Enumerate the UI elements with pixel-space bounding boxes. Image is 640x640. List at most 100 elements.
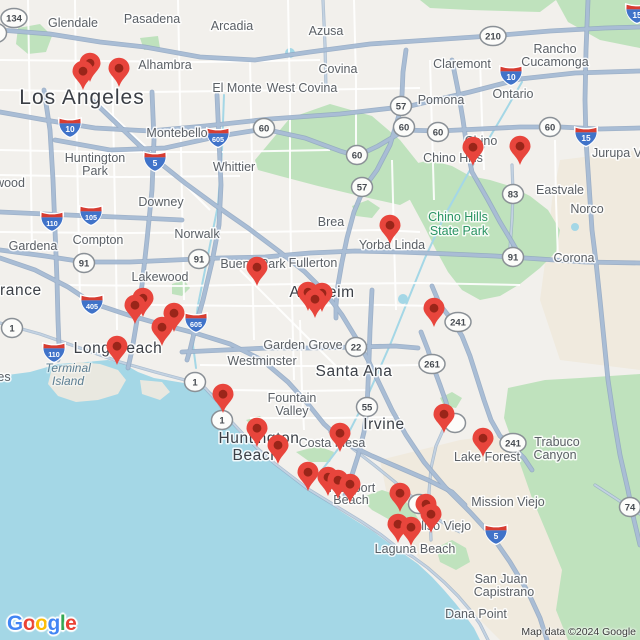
state-route-shield: 1 bbox=[183, 371, 207, 393]
city-label: Capistrano bbox=[474, 585, 534, 599]
city-label: Glendale bbox=[48, 16, 98, 30]
svg-text:22: 22 bbox=[351, 342, 362, 353]
svg-text:134: 134 bbox=[6, 13, 23, 24]
city-label: Los Angeles bbox=[19, 86, 144, 109]
city-label: Park bbox=[82, 164, 108, 178]
city-label: Jurupa Va bbox=[592, 146, 640, 160]
state-route-shield: 60 bbox=[252, 117, 276, 139]
city-label: Compton bbox=[73, 233, 124, 247]
city-label: Lakewood bbox=[132, 270, 189, 284]
city-label: Covina bbox=[319, 62, 358, 76]
svg-text:10: 10 bbox=[506, 72, 516, 82]
svg-text:83: 83 bbox=[508, 189, 519, 200]
google-logo-letter: o bbox=[35, 612, 48, 635]
svg-text:241: 241 bbox=[450, 317, 467, 328]
city-label: Cucamonga bbox=[521, 55, 588, 69]
svg-text:1: 1 bbox=[219, 415, 225, 426]
state-route-shield: 60 bbox=[426, 121, 450, 143]
svg-text:55: 55 bbox=[362, 402, 373, 413]
water-label: Island bbox=[52, 374, 84, 388]
city-label: es bbox=[0, 370, 11, 384]
svg-text:210: 210 bbox=[485, 31, 501, 42]
svg-text:605: 605 bbox=[212, 135, 224, 144]
google-logo-letter: g bbox=[47, 612, 61, 635]
state-route-shield: 241 bbox=[444, 311, 472, 333]
state-route-shield: 60 bbox=[345, 144, 369, 166]
city-label: Azusa bbox=[309, 24, 344, 38]
city-label: Rancho bbox=[533, 42, 576, 56]
park-label: State Park bbox=[430, 224, 489, 238]
svg-text:10: 10 bbox=[65, 124, 75, 134]
city-label: Montebello bbox=[146, 126, 207, 140]
svg-text:57: 57 bbox=[396, 101, 407, 112]
svg-text:605: 605 bbox=[190, 320, 202, 329]
state-route-shield: 134 bbox=[0, 7, 28, 29]
svg-text:261: 261 bbox=[424, 359, 441, 370]
map-canvas[interactable]: 1342210575760606060609191918322552412412… bbox=[0, 0, 640, 640]
city-label: Irvine bbox=[363, 416, 405, 433]
svg-text:110: 110 bbox=[48, 350, 60, 359]
svg-text:74: 74 bbox=[625, 502, 636, 513]
state-route-shield: 22 bbox=[344, 336, 368, 358]
svg-text:91: 91 bbox=[194, 254, 205, 265]
city-label: Eastvale bbox=[536, 183, 584, 197]
city-label: Huntington bbox=[65, 151, 126, 165]
city-label: Arcadia bbox=[211, 19, 253, 33]
park-label: Chino Hills bbox=[428, 210, 488, 224]
city-label: Corona bbox=[554, 251, 595, 265]
city-label: Fullerton bbox=[289, 256, 338, 270]
svg-text:1: 1 bbox=[192, 377, 198, 388]
city-label: Laguna Beach bbox=[375, 542, 456, 556]
city-label: Garden Grove bbox=[263, 338, 342, 352]
city-label: Santa Ana bbox=[316, 363, 393, 380]
svg-text:15: 15 bbox=[632, 10, 640, 20]
svg-text:60: 60 bbox=[433, 127, 444, 138]
svg-text:405: 405 bbox=[86, 302, 98, 311]
svg-text:60: 60 bbox=[399, 122, 410, 133]
city-label: Yorba Linda bbox=[359, 238, 425, 252]
state-route-shield: 1 bbox=[210, 409, 234, 431]
svg-text:60: 60 bbox=[352, 150, 363, 161]
google-logo-letter: G bbox=[7, 612, 23, 635]
city-label: Pasadena bbox=[124, 12, 180, 26]
svg-text:60: 60 bbox=[545, 122, 556, 133]
city-label: Norco bbox=[570, 202, 603, 216]
svg-text:91: 91 bbox=[79, 258, 90, 269]
svg-text:105: 105 bbox=[85, 213, 97, 222]
city-label: Claremont bbox=[433, 57, 491, 71]
city-label: Westminster bbox=[227, 354, 296, 368]
lake bbox=[571, 223, 579, 231]
city-label: West Covina bbox=[267, 81, 338, 95]
city-label: San Juan bbox=[475, 572, 528, 586]
city-label: Fountain bbox=[268, 391, 317, 405]
city-label: Aliso Viejo bbox=[413, 519, 471, 533]
google-logo[interactable]: Google bbox=[7, 612, 77, 636]
city-label: Lake Forest bbox=[454, 450, 521, 464]
state-route-shield: 91 bbox=[187, 248, 211, 270]
svg-text:241: 241 bbox=[505, 438, 522, 449]
city-label: Whittier bbox=[213, 160, 255, 174]
state-route-shield: 83 bbox=[501, 183, 525, 205]
state-route-shield: 91 bbox=[72, 252, 96, 274]
city-label: Valley bbox=[275, 404, 309, 418]
city-label: rrance bbox=[0, 282, 42, 299]
city-label: Mission Viejo bbox=[471, 495, 544, 509]
state-route-shield: 57 bbox=[389, 95, 413, 117]
city-label: Gardena bbox=[9, 239, 58, 253]
state-route-shield: 60 bbox=[538, 116, 562, 138]
city-label: Canyon bbox=[533, 448, 576, 462]
map-attribution[interactable]: Map data ©2024 Google bbox=[521, 626, 636, 638]
city-label: Pomona bbox=[418, 93, 465, 107]
svg-text:57: 57 bbox=[357, 182, 368, 193]
city-label: Ontario bbox=[493, 87, 534, 101]
svg-text:5: 5 bbox=[153, 158, 158, 168]
svg-text:91: 91 bbox=[508, 252, 519, 263]
state-route-shield: 55 bbox=[355, 396, 379, 418]
google-logo-letter: o bbox=[22, 612, 36, 635]
city-label: El Monte bbox=[212, 81, 261, 95]
svg-text:5: 5 bbox=[494, 531, 499, 541]
map-viewport[interactable]: 1342210575760606060609191918322552412412… bbox=[0, 0, 640, 640]
state-route-shield: 74 bbox=[618, 496, 640, 518]
city-label: Trabuco bbox=[534, 435, 579, 449]
city-label: Brea bbox=[318, 215, 344, 229]
